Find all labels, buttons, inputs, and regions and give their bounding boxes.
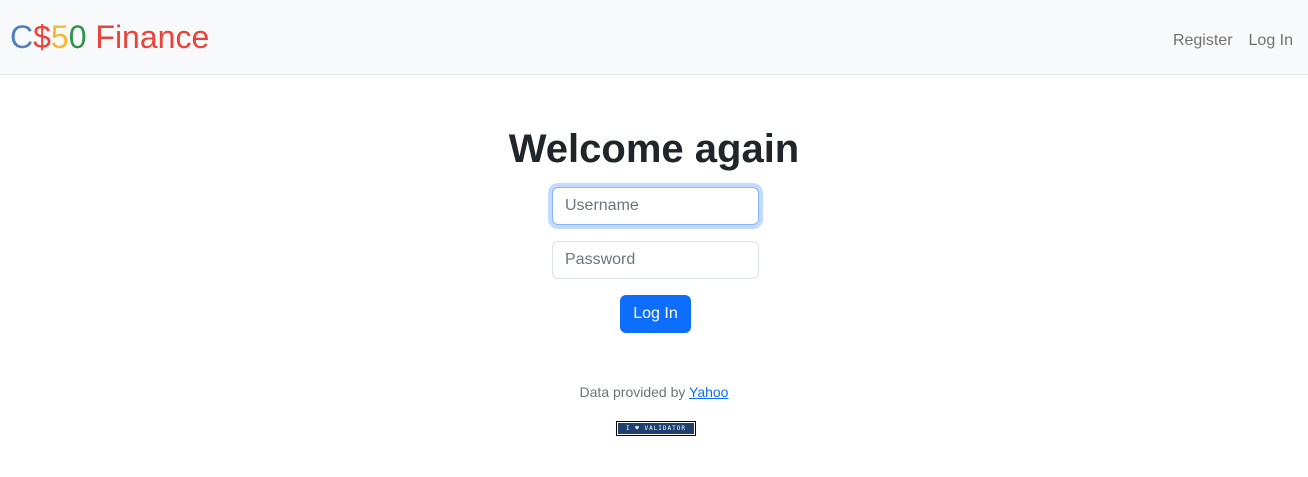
register-link[interactable]: Register <box>1173 30 1233 52</box>
brand-digit-0: 0 <box>68 19 87 55</box>
attribution-prefix: Data provided by <box>579 384 690 400</box>
page-title: Welcome again <box>508 127 800 171</box>
brand-dollar: $ <box>33 19 51 55</box>
username-input[interactable] <box>552 187 759 225</box>
validator-badge[interactable]: I ♥ VALIDATOR <box>616 421 696 436</box>
yahoo-link[interactable]: Yahoo <box>689 384 728 400</box>
brand-logo[interactable]: C$50 Finance <box>10 17 209 57</box>
brand-letter-c: C <box>10 19 34 55</box>
data-attribution: Data provided by Yahoo <box>0 383 1308 401</box>
login-button[interactable]: Log In <box>620 295 691 333</box>
nav-links: Register Log In <box>1173 30 1293 52</box>
brand-word-finance: Finance <box>86 19 210 55</box>
login-link[interactable]: Log In <box>1249 30 1293 52</box>
navbar: C$50 Finance Register Log In <box>0 0 1308 75</box>
validator-badge-text: I ♥ VALIDATOR <box>626 424 686 432</box>
password-input[interactable] <box>552 241 759 279</box>
brand-digit-5: 5 <box>50 19 69 55</box>
